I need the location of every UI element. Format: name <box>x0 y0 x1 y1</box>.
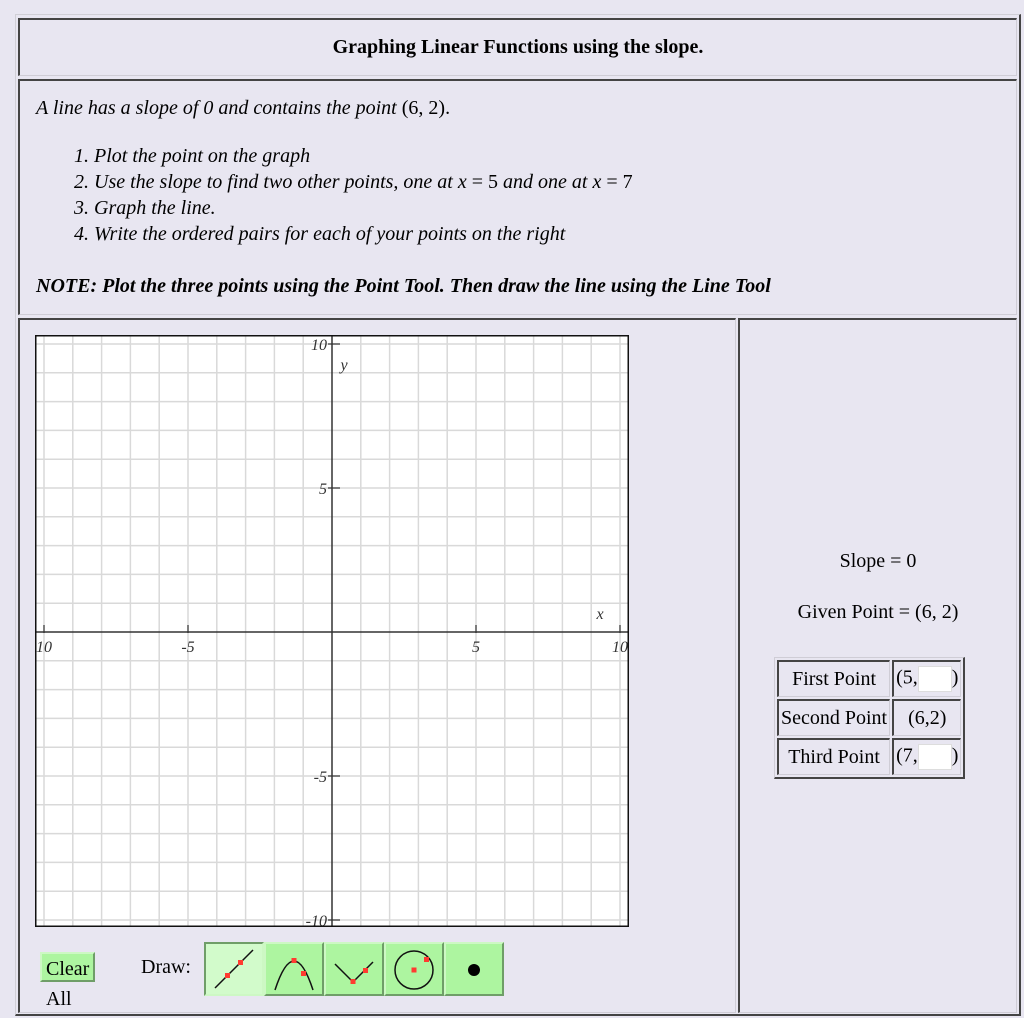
step-item: Graph the line. <box>94 195 633 221</box>
line-tool-button[interactable] <box>204 942 264 996</box>
second-point-label: Second Point <box>777 699 891 736</box>
prompt-end: . <box>445 97 451 119</box>
parabola-tool-button[interactable] <box>264 942 324 996</box>
x-tick-label: 5 <box>472 639 480 656</box>
third-point-label: Third Point <box>777 738 891 775</box>
steps-list: Plot the point on the graph Use the slop… <box>56 143 633 247</box>
point-suffix: ) <box>951 666 959 689</box>
first-point-y-input[interactable] <box>917 666 952 692</box>
y-tick-label: -5 <box>314 769 327 786</box>
draw-tools <box>204 942 504 996</box>
x-tick-label: -5 <box>181 639 194 656</box>
step-item: Write the ordered pairs for each of your… <box>94 221 633 247</box>
point-prefix: (7, <box>896 744 918 767</box>
slope-text: Slope = 0 <box>839 550 917 572</box>
y-tick-label: -10 <box>306 913 327 927</box>
first-point-label: First Point <box>777 660 891 697</box>
third-point-value: (7,) <box>892 738 962 775</box>
third-point-y-input[interactable] <box>917 744 952 770</box>
prompt-text: A line has a slope of 0 and contains the… <box>36 97 397 119</box>
draw-label: Draw: <box>141 956 191 978</box>
points-table: First Point (5,) Second Point (6,2) Thir… <box>774 657 966 779</box>
step-text: Write the ordered pairs for each of your… <box>94 223 566 245</box>
point-prefix: (5, <box>896 666 918 689</box>
step-text: Graph the line. <box>94 197 216 219</box>
line-tool-icon <box>214 949 254 989</box>
title-cell: Graphing Linear Functions using the slop… <box>18 18 1017 76</box>
y-axis-label: y <box>338 357 348 374</box>
y-tick-label: 10 <box>311 337 327 354</box>
step-item: Use the slope to find two other points, … <box>94 169 633 195</box>
page-title: Graphing Linear Functions using the slop… <box>332 36 704 58</box>
given-point-text: Given Point = (6, 2) <box>797 601 959 623</box>
math-eq: = 7 <box>601 171 633 193</box>
point-tool-icon <box>468 964 480 976</box>
first-point-value: (5,) <box>892 660 962 697</box>
point-tool-button[interactable] <box>444 942 504 996</box>
step-text: and one at <box>498 171 593 193</box>
y-tick-label: 5 <box>319 481 327 498</box>
point-suffix: ) <box>951 744 959 767</box>
table-row: First Point (5,) <box>777 660 962 697</box>
step-item: Plot the point on the graph <box>94 143 633 169</box>
step-text: Plot the point on the graph <box>94 145 311 167</box>
prompt-point: (6, 2) <box>401 97 446 119</box>
problem-prompt: A line has a slope of 0 and contains the… <box>36 97 450 120</box>
absolute-value-tool-icon <box>334 961 374 984</box>
second-point-value: (6,2) <box>892 699 962 736</box>
parabola-tool-icon <box>274 958 314 991</box>
instructions-cell: A line has a slope of 0 and contains the… <box>18 79 1017 315</box>
answer-cell: Slope = 0 Given Point = (6, 2) First Poi… <box>738 318 1017 1013</box>
graph-cell: 10 -5 5 10 10 5 -5 -10 x y Clear All Draw: <box>18 318 736 1013</box>
coordinate-graph[interactable]: 10 -5 5 10 10 5 -5 -10 x y <box>35 335 629 927</box>
math-eq: = 5 <box>466 171 499 193</box>
step-text: Use the slope to find two other points, … <box>94 171 453 193</box>
clear-all-button[interactable]: Clear All <box>40 952 96 1010</box>
table-row: Third Point (7,) <box>777 738 962 775</box>
x-tick-label: 10 <box>36 639 52 656</box>
x-tick-label: 10 <box>612 639 628 656</box>
circle-tool-icon <box>394 950 434 990</box>
absolute-value-tool-button[interactable] <box>324 942 384 996</box>
x-axis-label: x <box>595 606 603 623</box>
circle-tool-button[interactable] <box>384 942 444 996</box>
math-var: x <box>457 171 467 193</box>
table-row: Second Point (6,2) <box>777 699 962 736</box>
note-text: NOTE: Plot the three points using the Po… <box>36 275 771 297</box>
